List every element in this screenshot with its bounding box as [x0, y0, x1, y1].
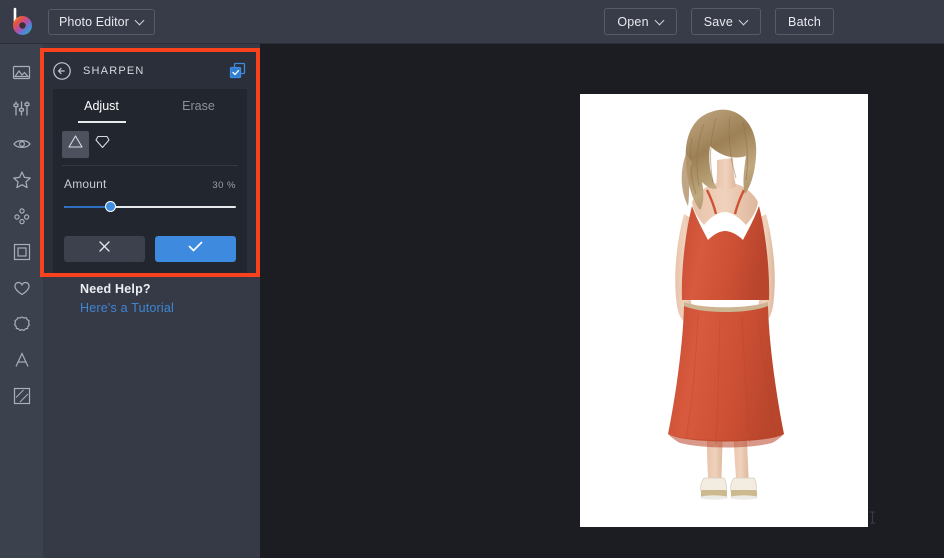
- canvas-area[interactable]: [260, 44, 944, 558]
- tab-adjust[interactable]: Adjust: [53, 89, 150, 123]
- amount-value: 30 %: [212, 180, 236, 191]
- tab-erase[interactable]: Erase: [150, 89, 247, 123]
- tool-rail: [0, 44, 43, 558]
- photo-image: [580, 94, 868, 527]
- sliders-icon: [12, 99, 31, 118]
- triangle-icon: [67, 133, 84, 155]
- batch-label: Batch: [788, 15, 821, 29]
- duplicate-layers-checked-icon[interactable]: [229, 62, 246, 79]
- tab-erase-label: Erase: [182, 99, 215, 113]
- letter-a-icon: [12, 350, 32, 370]
- top-bar-actions: Open Save Batch: [604, 8, 944, 35]
- shape-triangle-button[interactable]: [62, 131, 89, 158]
- amount-row: Amount 30 %: [53, 166, 247, 191]
- image-mountain-icon: [12, 63, 31, 82]
- panel-body: Adjust Erase: [53, 89, 247, 273]
- chevron-down-icon: [740, 17, 748, 25]
- shape-diamond-button[interactable]: [89, 131, 116, 158]
- help-block: Need Help? Here's a Tutorial: [80, 282, 260, 315]
- chevron-down-icon: [656, 17, 664, 25]
- eye-icon: [12, 134, 32, 154]
- panel-header: SHARPEN: [44, 52, 256, 89]
- badge-scallop-icon: [12, 314, 32, 334]
- photo-canvas[interactable]: [580, 94, 868, 527]
- dots-cluster-icon: [12, 206, 32, 226]
- sidebar-item-frames[interactable]: [0, 234, 43, 270]
- panel-tabs: Adjust Erase: [53, 89, 247, 123]
- shape-selector: [53, 123, 247, 165]
- tab-adjust-label: Adjust: [84, 99, 119, 113]
- sidebar-item-graphics[interactable]: [0, 306, 43, 342]
- sidebar-item-retouch[interactable]: [0, 126, 43, 162]
- text-cursor-icon: [868, 511, 877, 524]
- sidebar-item-textures[interactable]: [0, 378, 43, 414]
- chevron-down-icon: [136, 17, 144, 25]
- star-icon: [12, 170, 32, 190]
- befunky-logo-icon[interactable]: [0, 0, 44, 44]
- check-icon: [188, 240, 203, 258]
- heart-icon: [12, 278, 32, 298]
- close-x-icon: [98, 240, 111, 258]
- back-arrow-circle-icon[interactable]: [52, 61, 72, 81]
- diamond-icon: [94, 133, 111, 155]
- tutorial-link[interactable]: Here's a Tutorial: [80, 301, 260, 315]
- open-button[interactable]: Open: [604, 8, 676, 35]
- sidebar-item-edit[interactable]: [0, 54, 43, 90]
- cancel-button[interactable]: [64, 236, 145, 262]
- slider-fill: [64, 206, 110, 208]
- product-selector[interactable]: Photo Editor: [48, 9, 155, 35]
- hatched-square-icon: [12, 386, 32, 406]
- sidebar-item-artsy[interactable]: [0, 198, 43, 234]
- photo-editor-window: Photo Editor Open Save Batch: [0, 0, 944, 558]
- sharpen-panel: SHARPEN Adjust Erase: [44, 52, 256, 273]
- slider-handle[interactable]: [105, 201, 116, 212]
- save-button[interactable]: Save: [691, 8, 761, 35]
- amount-label: Amount: [64, 177, 107, 191]
- help-title: Need Help?: [80, 282, 260, 296]
- page-title: SHARPEN: [83, 65, 145, 77]
- amount-slider[interactable]: [64, 201, 236, 213]
- save-label: Save: [704, 15, 733, 29]
- product-label: Photo Editor: [59, 15, 129, 29]
- open-label: Open: [617, 15, 648, 29]
- apply-button[interactable]: [155, 236, 236, 262]
- sidebar-item-adjust[interactable]: [0, 90, 43, 126]
- top-bar: Photo Editor Open Save Batch: [0, 0, 944, 44]
- sidebar-item-text[interactable]: [0, 342, 43, 378]
- frame-square-icon: [12, 242, 32, 262]
- sidebar-item-effects[interactable]: [0, 162, 43, 198]
- sharpen-panel-highlight: SHARPEN Adjust Erase: [40, 48, 260, 277]
- batch-button[interactable]: Batch: [775, 8, 834, 35]
- panel-actions: [53, 236, 247, 273]
- sidebar-item-overlays[interactable]: [0, 270, 43, 306]
